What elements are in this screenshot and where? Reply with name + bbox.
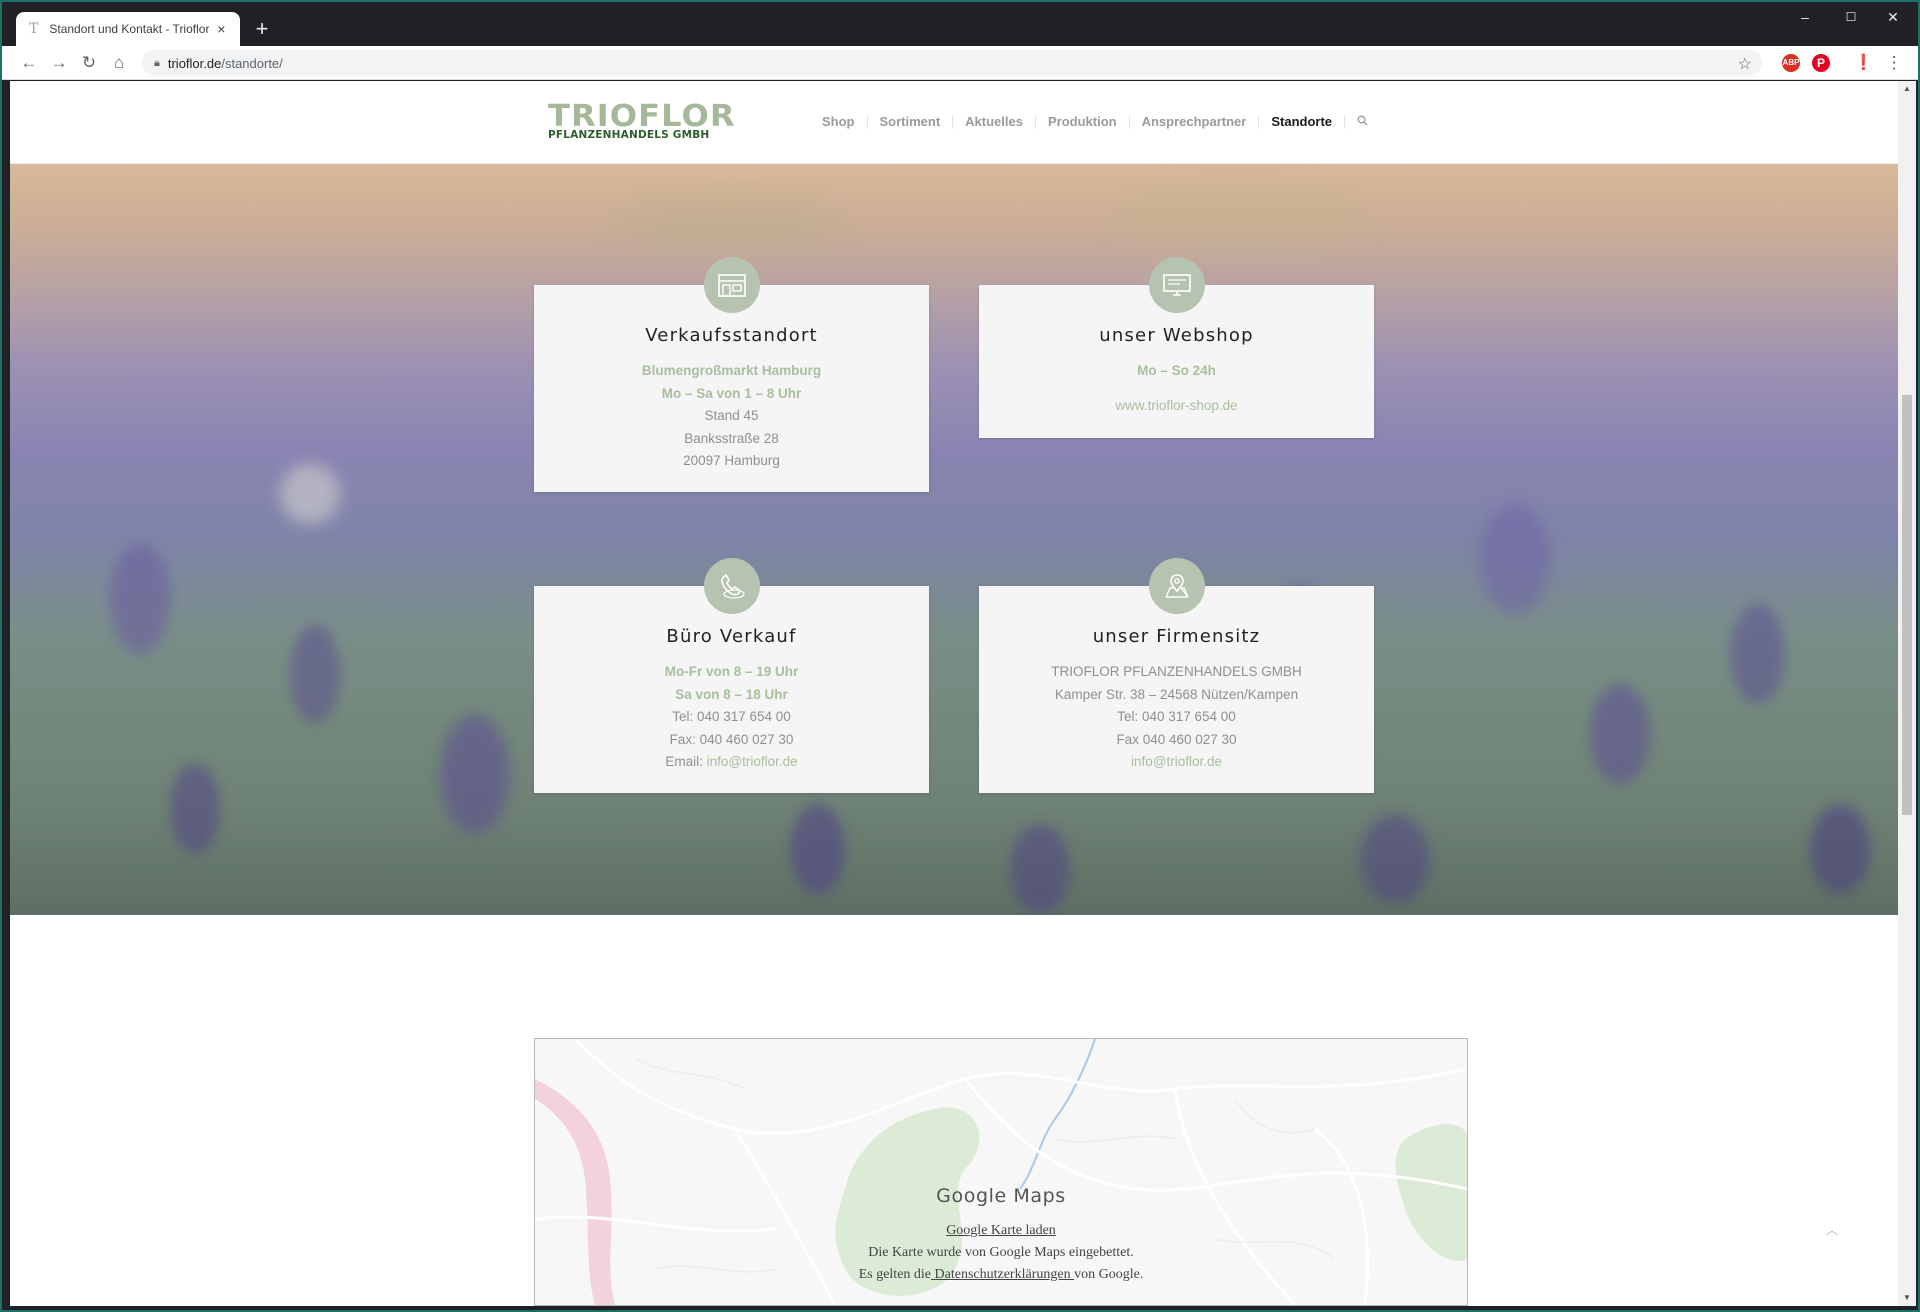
reload-icon[interactable]: ↻ [77,51,101,75]
new-tab-button[interactable]: + [250,18,274,42]
browser-toolbar: ← → ↻ ⌂ 🔒︎ trioflor.de/standorte/ ☆ ABP … [2,46,1918,80]
red-extension-icon[interactable]: ❗ [1854,54,1873,72]
scroll-to-top-icon[interactable]: ︿ [1826,1221,1838,1238]
card-firmensitz: unser Firmensitz TRIOFLOR PFLANZENHANDEL… [979,558,1374,793]
privacy-line: Es gelten die Datenschutzerklärungen von… [535,1267,1467,1283]
card-verkaufsstandort: Verkaufsstandort Blumengroßmarkt Hamburg… [534,257,929,492]
stand-number: Stand 45 [704,408,759,423]
browser-window: T Standort und Kontakt - Trioflor P × + … [0,0,1920,1312]
address-bar[interactable]: 🔒︎ trioflor.de/standorte/ ☆ [142,50,1762,76]
store-icon [703,257,760,313]
email-link[interactable]: info@trioflor.de [707,754,798,769]
street-address: Banksstraße 28 [684,430,779,446]
phone-number: Tel: 040 317 654 00 [672,709,791,724]
map-embed-note: Die Karte wurde von Google Maps eingebet… [868,1245,1134,1260]
google-maps-placeholder: Google Maps Google Karte laden Die Karte… [534,1038,1468,1306]
nav-standorte[interactable]: Standorte [1258,115,1344,129]
privacy-suffix: von Google. [1074,1267,1144,1282]
minimize-button[interactable]: – [1782,2,1828,32]
close-window-button[interactable]: ✕ [1870,2,1916,32]
map-title: Google Maps [936,1185,1066,1207]
maximize-button[interactable]: ☐ [1828,2,1874,32]
opening-hours: Mo – Sa von 1 – 8 Uhr [661,385,802,401]
nav-sortiment[interactable]: Sortiment [866,115,953,129]
scrollbar-thumb[interactable] [1902,395,1912,815]
bookmark-star-icon[interactable]: ☆ [1738,54,1752,74]
forward-icon[interactable]: → [47,51,71,75]
fax-number: Fax 040 460 027 30 [1116,731,1237,747]
url-path: /standorte/ [221,55,283,71]
search-icon[interactable] [1344,115,1380,129]
home-icon[interactable]: ⌂ [107,51,131,75]
email-line: Email: info@trioflor.de [534,751,929,774]
nav-shop[interactable]: Shop [810,115,867,129]
scroll-down-arrow-icon[interactable]: ▼ [1898,1290,1916,1306]
market-name: Blumengroßmarkt Hamburg [641,363,822,378]
tab-close-icon[interactable]: × [213,20,230,38]
tab-strip: T Standort und Kontakt - Trioflor P × + … [2,2,1918,46]
card-title: unser Firmensitz [1092,626,1261,647]
site-header: TRIOFLOR PFLANZENHANDELS GMBH Shop Sorti… [10,81,1898,164]
privacy-link[interactable]: Datenschutzerklärungen [931,1267,1074,1282]
logo-wordmark: TRIOFLOR [548,99,736,134]
nav-ansprechpartner[interactable]: Ansprechpartner [1128,115,1259,129]
scroll-up-arrow-icon[interactable]: ▲ [1898,81,1916,97]
company-name: TRIOFLOR PFLANZENHANDELS GMBH [1051,664,1302,679]
email-link[interactable]: info@trioflor.de [979,751,1374,774]
opening-hours: Mo – So 24h [1137,363,1216,378]
menu-dots-icon[interactable]: ⋮ [1882,51,1906,75]
site-favicon-icon: T [29,21,39,37]
pinterest-extension-icon[interactable]: P [1812,54,1830,72]
nav-aktuelles[interactable]: Aktuelles [952,115,1035,129]
monitor-icon [1148,257,1205,313]
page-viewport: TRIOFLOR PFLANZENHANDELS GMBH Shop Sorti… [10,81,1898,1306]
phone-icon [703,558,760,614]
phone-number: Tel: 040 317 654 00 [1117,709,1236,724]
url-host: trioflor.de [167,55,222,71]
weekday-hours: Mo-Fr von 8 – 19 Uhr [664,664,799,679]
nav-produktion[interactable]: Produktion [1034,115,1129,129]
card-buero-verkauf: Büro Verkauf Mo-Fr von 8 – 19 Uhr Sa von… [534,558,929,793]
adblock-extension-icon[interactable]: ABP [1782,54,1800,72]
fax-number: Fax: 040 460 027 30 [669,731,794,747]
main-nav: Shop Sortiment Aktuelles Produktion Ansp… [810,115,1380,129]
card-title: unser Webshop [1099,325,1254,346]
map-pin-icon [1148,558,1205,614]
browser-tab[interactable]: T Standort und Kontakt - Trioflor P × [16,12,240,46]
map-background-image [535,1039,1467,1305]
page-scrollbar[interactable]: ▲ ▼ [1898,81,1916,1306]
postal-city: 20097 Hamburg [683,453,780,468]
load-map-link-line: Google Karte laden [535,1223,1467,1239]
email-label: Email: [665,754,703,769]
privacy-prefix: Es gelten die [858,1267,932,1282]
lock-icon: 🔒︎ [154,56,160,69]
saturday-hours: Sa von 8 – 18 Uhr [675,686,788,702]
tab-title: Standort und Kontakt - Trioflor P [49,22,209,36]
company-address: Kamper Str. 38 – 24568 Nützen/Kampen [1054,686,1299,702]
card-webshop: unser Webshop Mo – So 24h www.trioflor-s… [979,257,1374,438]
card-title: Büro Verkauf [666,626,797,647]
lavender-hero: Verkaufsstandort Blumengroßmarkt Hamburg… [10,164,1898,915]
trioflor-logo[interactable]: TRIOFLOR PFLANZENHANDELS GMBH [548,102,735,141]
back-icon[interactable]: ← [17,51,41,75]
load-map-link[interactable]: Google Karte laden [946,1223,1056,1238]
webshop-link[interactable]: www.trioflor-shop.de [979,395,1374,418]
card-title: Verkaufsstandort [645,325,818,346]
